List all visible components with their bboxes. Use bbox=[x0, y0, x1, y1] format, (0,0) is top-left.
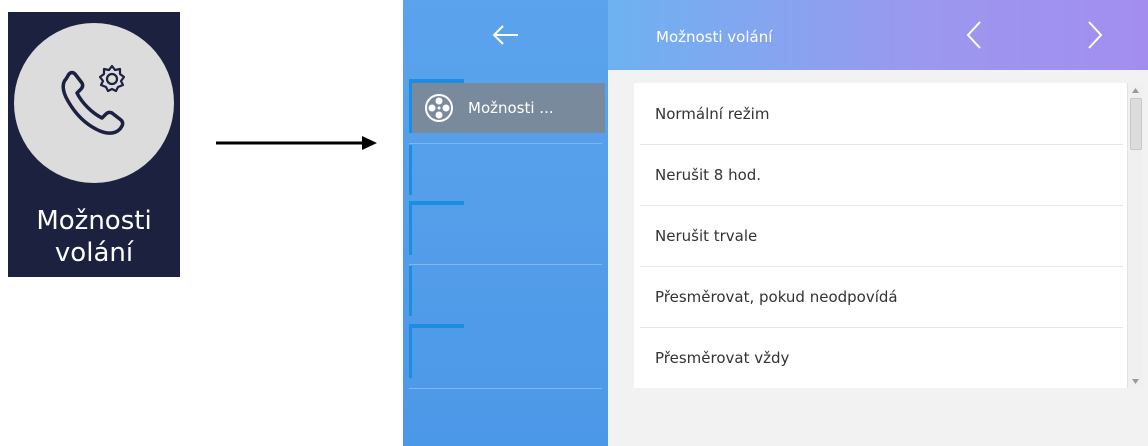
option-forward-always[interactable]: Přesměrovat vždy bbox=[634, 327, 1123, 388]
sidebar-item-empty[interactable] bbox=[409, 266, 605, 316]
back-button[interactable] bbox=[403, 0, 608, 70]
page-title: Možnosti volání bbox=[656, 28, 773, 46]
sidebar: Možnosti ... bbox=[403, 0, 608, 446]
option-dnd-permanent[interactable]: Nerušit trvale bbox=[634, 205, 1123, 266]
scrollbar[interactable] bbox=[1127, 83, 1143, 388]
sidebar-divider bbox=[409, 388, 602, 389]
option-label: Nerušit 8 hod. bbox=[655, 165, 762, 184]
scroll-down-button[interactable] bbox=[1128, 374, 1143, 388]
option-dnd-8h[interactable]: Nerušit 8 hod. bbox=[634, 144, 1123, 205]
sidebar-item-empty[interactable] bbox=[409, 328, 605, 378]
sidebar-divider bbox=[409, 264, 602, 265]
sidebar-divider bbox=[409, 143, 602, 144]
option-forward-no-answer[interactable]: Přesměrovat, pokud neodpovídá bbox=[634, 266, 1123, 327]
call-options-screen: Možnosti ... Možnosti volání Normální re… bbox=[403, 0, 1148, 446]
app-tile-call-options[interactable]: Možnosti volání bbox=[8, 12, 180, 277]
flow-arrow-icon bbox=[216, 136, 377, 150]
scroll-thumb[interactable] bbox=[1130, 98, 1142, 150]
triangle-down-icon bbox=[1132, 378, 1139, 384]
option-label: Normální režim bbox=[655, 104, 770, 123]
arrow-left-icon bbox=[492, 25, 518, 45]
sidebar-item-empty[interactable] bbox=[409, 205, 605, 255]
option-label: Přesměrovat, pokud neodpovídá bbox=[655, 287, 898, 306]
app-label-line1: Možnosti bbox=[36, 206, 152, 236]
option-label: Přesměrovat vždy bbox=[655, 348, 790, 367]
scroll-up-button[interactable] bbox=[1128, 83, 1143, 97]
app-label: Možnosti volání bbox=[8, 205, 180, 269]
chevron-right-icon[interactable] bbox=[1086, 20, 1104, 50]
sidebar-item-empty[interactable] bbox=[409, 145, 605, 195]
app-label-line2: volání bbox=[54, 238, 134, 268]
option-label: Nerušit trvale bbox=[655, 226, 758, 245]
sidebar-item-label: Možnosti ... bbox=[468, 99, 554, 117]
triangle-up-icon bbox=[1132, 87, 1139, 93]
app-icon-circle bbox=[14, 23, 174, 183]
chevron-left-icon[interactable] bbox=[965, 20, 983, 50]
sidebar-item-call-options[interactable]: Možnosti ... bbox=[409, 83, 605, 133]
film-reel-icon bbox=[425, 94, 453, 122]
option-normal-mode[interactable]: Normální režim bbox=[634, 83, 1123, 144]
header-bar: Možnosti volání bbox=[608, 0, 1148, 70]
options-list: Normální režim Nerušit 8 hod. Nerušit tr… bbox=[634, 83, 1129, 388]
phone-settings-icon bbox=[61, 64, 126, 135]
